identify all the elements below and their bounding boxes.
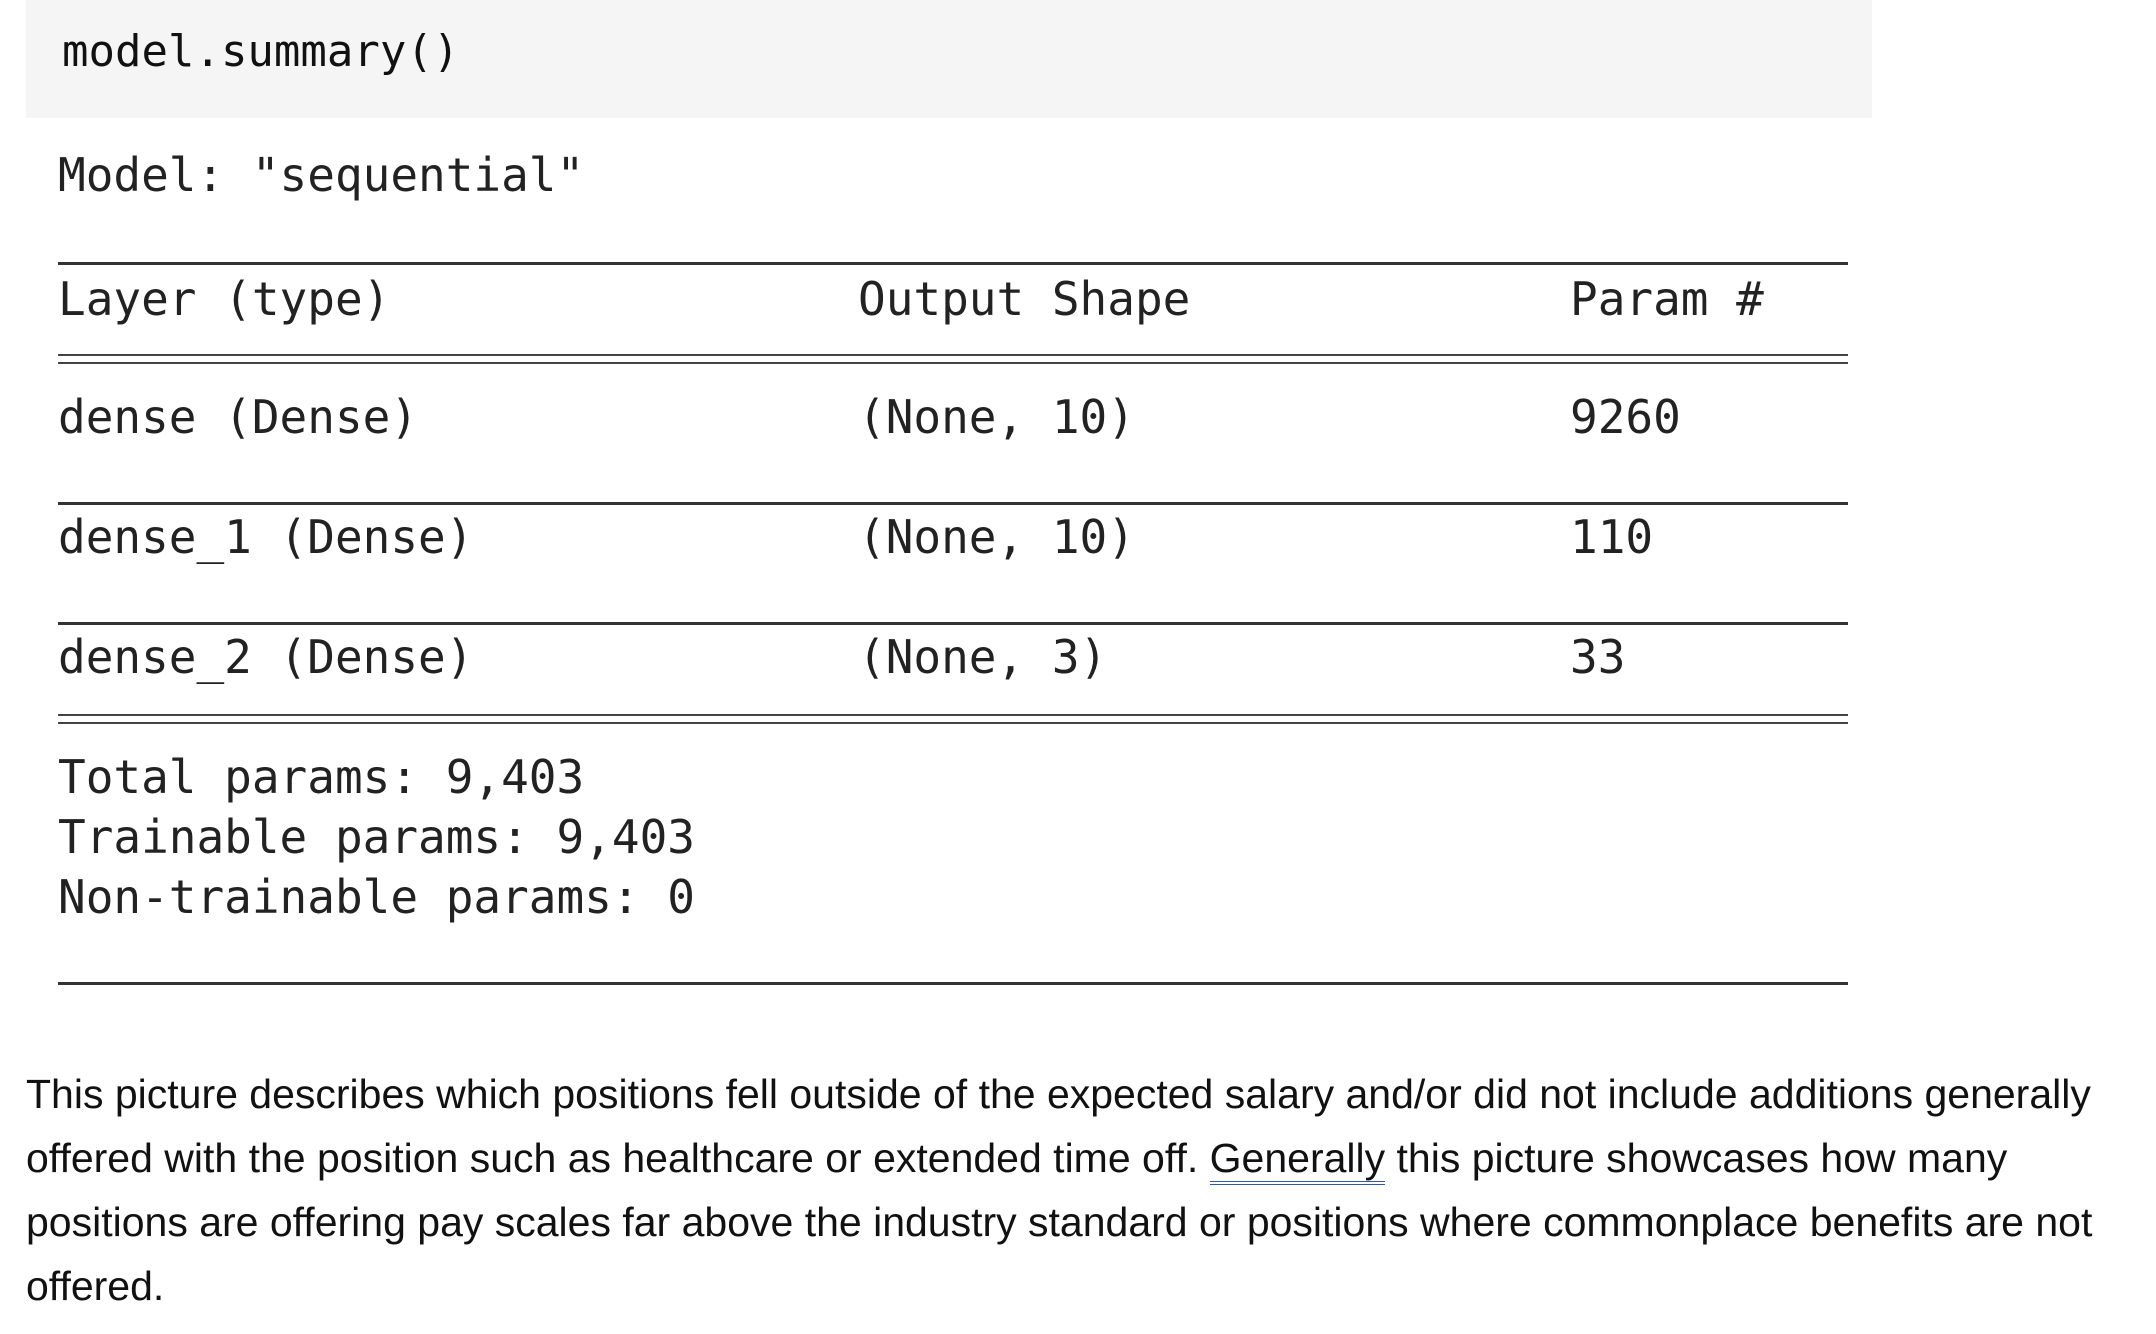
code-cell[interactable]: model.summary() xyxy=(26,0,1872,118)
row-separator xyxy=(58,622,1848,625)
model-name-line: Model: "sequential" xyxy=(58,148,585,202)
layer-output-shape: (None, 10) xyxy=(858,390,1135,444)
layer-output-shape: (None, 10) xyxy=(858,510,1135,564)
layer-params: 9260 xyxy=(1570,390,1681,444)
layer-name: dense (Dense) xyxy=(58,390,419,444)
trainable-params: Trainable params: 9,403 xyxy=(58,810,695,864)
description-paragraph: This picture describes which positions f… xyxy=(26,1062,2136,1318)
header-double-separator xyxy=(58,354,1848,364)
layer-params: 33 xyxy=(1570,630,1626,684)
row-separator xyxy=(58,502,1848,505)
footer-double-separator xyxy=(58,714,1848,724)
code-input[interactable]: model.summary() xyxy=(62,26,459,78)
layer-output-shape: (None, 3) xyxy=(858,630,1108,684)
bottom-separator xyxy=(58,982,1848,985)
non-trainable-params: Non-trainable params: 0 xyxy=(58,870,695,924)
total-params: Total params: 9,403 xyxy=(58,750,585,804)
layer-name: dense_2 (Dense) xyxy=(58,630,474,684)
top-separator xyxy=(58,262,1848,265)
header-params: Param # xyxy=(1570,272,1764,326)
header-output-shape: Output Shape xyxy=(858,272,1191,326)
header-layer: Layer (type) xyxy=(58,272,391,326)
layer-name: dense_1 (Dense) xyxy=(58,510,474,564)
layer-params: 110 xyxy=(1570,510,1654,564)
spellcheck-flagged-word[interactable]: Generally xyxy=(1209,1135,1386,1185)
